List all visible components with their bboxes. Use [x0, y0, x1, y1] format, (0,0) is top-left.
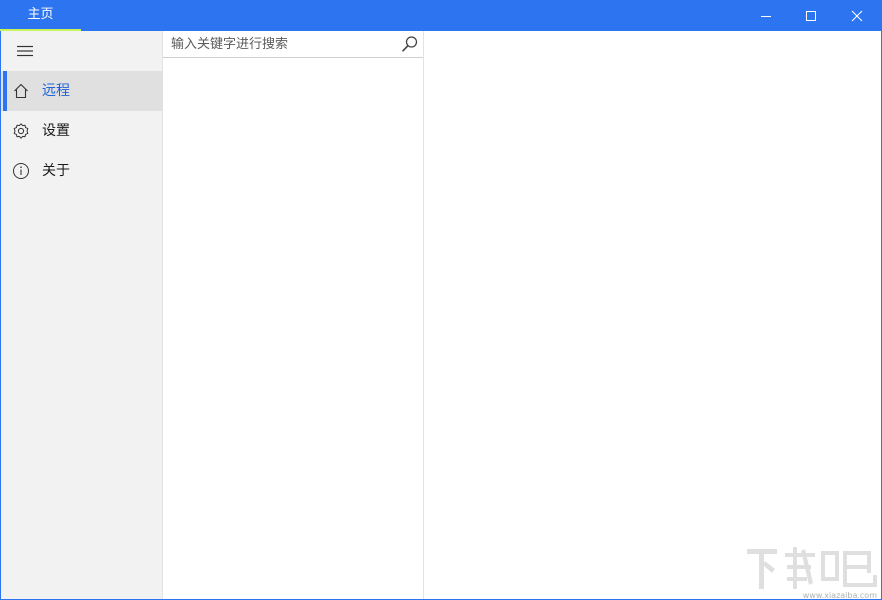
active-indicator [3, 71, 7, 111]
app-window: 主页 远程 设置 关于 输入关键字进行搜索 www.xiazaiba.com [0, 0, 882, 600]
search-input[interactable] [171, 34, 395, 54]
sidebar-item-label: 远程 [42, 83, 70, 99]
menu-toggle-button[interactable] [1, 31, 49, 71]
home-icon [14, 83, 28, 99]
tab-home[interactable]: 主页 [0, 0, 81, 31]
title-bar[interactable]: 主页 [0, 0, 882, 31]
tab-home-label: 主页 [27, 7, 54, 22]
sidebar-item-label: 关于 [42, 163, 70, 179]
sidebar-item-about[interactable]: 关于 [1, 151, 162, 191]
search-icon[interactable] [401, 35, 419, 53]
sidebar: 远程 设置 关于 [1, 31, 162, 599]
info-icon [13, 163, 29, 179]
detail-pane [424, 31, 881, 599]
minimize-icon [761, 15, 771, 17]
sidebar-item-remote[interactable]: 远程 [1, 71, 162, 111]
close-icon [851, 10, 863, 21]
sidebar-item-label: 设置 [42, 123, 70, 139]
search-box [163, 31, 423, 58]
list-pane [162, 31, 424, 599]
watermark-logo: www.xiazaiba.com [747, 547, 877, 600]
maximize-button[interactable] [788, 0, 834, 31]
maximize-icon [806, 10, 816, 21]
svg-text:www.xiazaiba.com: www.xiazaiba.com [803, 591, 877, 600]
close-button[interactable] [834, 0, 880, 31]
gear-icon [13, 123, 29, 139]
hamburger-icon [17, 45, 33, 57]
sidebar-item-settings[interactable]: 设置 [1, 111, 162, 151]
minimize-button[interactable] [743, 0, 789, 31]
